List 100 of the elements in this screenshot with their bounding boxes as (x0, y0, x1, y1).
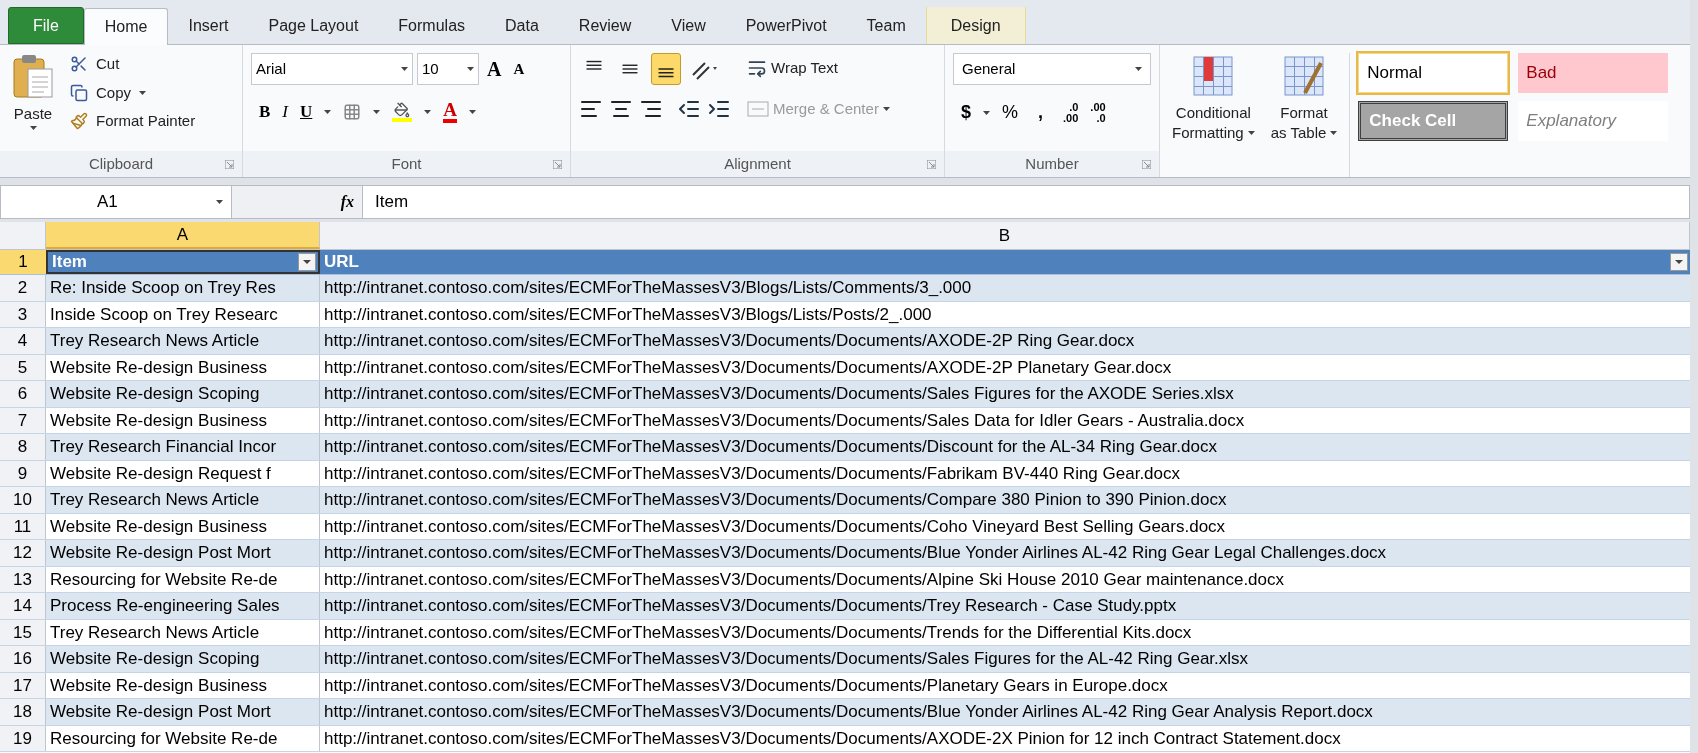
row-header[interactable]: 16 (0, 646, 46, 672)
row-header[interactable]: 7 (0, 407, 46, 433)
table-header-cell: URL (320, 250, 1690, 274)
column-header[interactable]: A (46, 222, 320, 249)
format-as-table-button[interactable]: Format as Table (1266, 53, 1342, 177)
font-size-dropdown[interactable]: 10 (417, 53, 479, 85)
format-painter-button[interactable]: Format Painter (70, 110, 196, 133)
copy-button[interactable]: Copy (70, 81, 196, 104)
insert-function-button[interactable]: fx (340, 190, 354, 214)
borders-icon[interactable] (343, 102, 362, 121)
wrap-text-icon (747, 58, 767, 79)
table-cell: Website Re-design Post Mort (46, 699, 320, 725)
row-header[interactable]: 14 (0, 593, 46, 619)
dialog-launcher-icon[interactable] (553, 160, 562, 169)
ribbon-tab[interactable]: Design (925, 7, 1026, 44)
formula-bar[interactable]: Item (362, 185, 1690, 219)
row-header[interactable]: 13 (0, 566, 46, 592)
row-header[interactable]: 11 (0, 513, 46, 539)
table-cell-text: http://intranet.contoso.com/sites/ECMForTheMassesV3/Documents/Documents/Discount for the AL-34 Ring Gear.docx (323, 436, 1218, 458)
caret-icon (324, 109, 332, 114)
row-header[interactable]: 19 (0, 725, 46, 751)
row-header[interactable]: 12 (0, 540, 46, 566)
font-family-dropdown[interactable]: Arial (251, 53, 413, 85)
cell-style-button[interactable]: Normal (1358, 53, 1509, 93)
shrink-font-button[interactable]: A (509, 57, 529, 81)
caret-icon (1247, 131, 1255, 135)
table-cell-text: http://intranet.contoso.com/sites/ECMForTheMassesV3/Documents/Documents/Sales Data for Idler Gears - Australia.docx (323, 409, 1246, 432)
decrease-decimal-button[interactable]: .00 .0 (1090, 101, 1106, 124)
grow-font-button[interactable]: A (483, 54, 506, 84)
group-label: Number (1025, 153, 1079, 174)
table-cell-text: http://intranet.contoso.com/sites/ECMForTheMassesV3/Documents/Documents/Sales Figures for the AXODE Series.xlsx (323, 383, 1235, 405)
ribbon-tab[interactable]: Team (846, 7, 926, 44)
column-header[interactable]: B (320, 222, 1690, 249)
fill-color-icon[interactable] (392, 101, 413, 122)
table-cell: Trey Research News Article (46, 328, 320, 354)
row-header[interactable]: 17 (0, 672, 46, 698)
table-cell: Website Re-design Post Mort (46, 540, 320, 566)
table-cell: Website Re-design Business (46, 672, 320, 698)
dialog-launcher-icon[interactable] (225, 160, 234, 169)
table-cell-text: http://intranet.contoso.com/sites/ECMForTheMassesV3/Documents/Documents/AXODE-2P Planetary Gear.docx (323, 356, 1173, 379)
ribbon-tab[interactable]: Formulas (378, 7, 486, 44)
cut-button[interactable]: Cut (70, 53, 196, 76)
paste-button[interactable]: Paste (8, 53, 58, 151)
table-cell: Inside Scoop on Trey Researc (46, 301, 320, 327)
wrap-text-button[interactable]: Wrap Text (747, 57, 890, 80)
table-cell-text: http://intranet.contoso.com/sites/ECMForTheMassesV3/Documents/Documents/Trey Research - Case Study.pptx (323, 595, 1178, 617)
table-cell: Website Re-design Scoping (46, 646, 320, 672)
caret-icon (469, 109, 477, 114)
ribbon-tab[interactable]: Home (83, 8, 169, 45)
ribbon-tab[interactable]: View (651, 7, 726, 44)
table-cell-text: http://intranet.contoso.com/sites/ECMForTheMassesV3/Documents/Documents/Sales Figures for the AL-42 Ring Gear.xlsx (323, 648, 1250, 670)
ribbon-tab[interactable]: Insert (168, 7, 249, 44)
row-header[interactable]: 15 (0, 619, 46, 645)
row-header[interactable]: 9 (0, 460, 46, 486)
increase-decimal-button[interactable]: .0 .00 (1063, 101, 1079, 124)
ribbon-tab[interactable]: Data (485, 7, 559, 44)
table-cell-text: http://intranet.contoso.com/sites/ECMForTheMassesV3/Documents/Documents/Alpine Ski House 2010 Gear maintenance.docx (323, 568, 1285, 591)
italic-button[interactable]: I (282, 99, 288, 125)
row-header[interactable]: 4 (0, 328, 46, 354)
row-header[interactable]: 18 (0, 699, 46, 725)
row-header[interactable]: 1 (0, 250, 46, 274)
currency-button[interactable]: $ (961, 99, 971, 126)
cell-style-button[interactable]: Explanatory (1518, 101, 1669, 141)
comma-button[interactable]: , (1030, 99, 1052, 126)
vertical-align-icon[interactable] (651, 53, 681, 85)
row-header[interactable]: 5 (0, 354, 46, 380)
name-box[interactable]: A1 (0, 185, 232, 219)
table-header-cell: Item (46, 250, 320, 274)
table-cell: Resourcing for Website Re-de (46, 725, 320, 751)
table-icon (1281, 53, 1327, 99)
row-header[interactable]: 10 (0, 487, 46, 513)
table-cell-text: http://intranet.contoso.com/sites/ECMForTheMassesV3/Blogs/Lists/Comments/3_.000 (323, 277, 973, 299)
copy-icon (70, 83, 88, 102)
caret-icon (467, 67, 474, 71)
dialog-launcher-icon[interactable] (1142, 160, 1151, 169)
percent-button[interactable]: % (1002, 99, 1019, 126)
bold-button[interactable]: B (259, 99, 271, 125)
ribbon-tab[interactable]: File (8, 7, 84, 44)
table-cell: Process Re-engineering Sales (46, 593, 320, 619)
number-format-dropdown[interactable]: General (953, 53, 1151, 85)
filter-dropdown-icon[interactable] (1670, 253, 1688, 271)
font-color-button[interactable]: A (443, 100, 458, 124)
row-header[interactable]: 2 (0, 275, 46, 301)
dialog-launcher-icon[interactable] (927, 160, 936, 169)
conditional-formatting-button[interactable]: Conditional Formatting (1168, 53, 1259, 177)
row-header[interactable]: 3 (0, 301, 46, 327)
row-header[interactable]: 6 (0, 381, 46, 407)
caret-icon (401, 67, 408, 71)
table-cell-text: http://intranet.contoso.com/sites/ECMForTheMassesV3/Documents/Documents/Coho Vineyard Best Selling Gears.docx (323, 515, 1227, 538)
ribbon-tab[interactable]: PowerPivot (725, 7, 847, 44)
ribbon-tab[interactable]: Page Layout (248, 7, 379, 44)
table-cell-text: http://intranet.contoso.com/sites/ECMForTheMassesV3/Documents/Documents/Blue Yonder Airlines AL-42 Ring Gear Analysis Report.docx (323, 701, 1374, 723)
ribbon-tab[interactable]: Review (558, 7, 652, 44)
underline-button[interactable]: U (300, 99, 313, 125)
table-cell: Website Re-design Business (46, 513, 320, 539)
filter-dropdown-icon[interactable] (298, 253, 316, 271)
row-header[interactable]: 8 (0, 434, 46, 460)
cell-style-button[interactable]: Bad (1518, 53, 1669, 93)
table-cell: Re: Inside Scoop on Trey Res (46, 275, 320, 301)
group-label: Alignment (724, 153, 791, 174)
